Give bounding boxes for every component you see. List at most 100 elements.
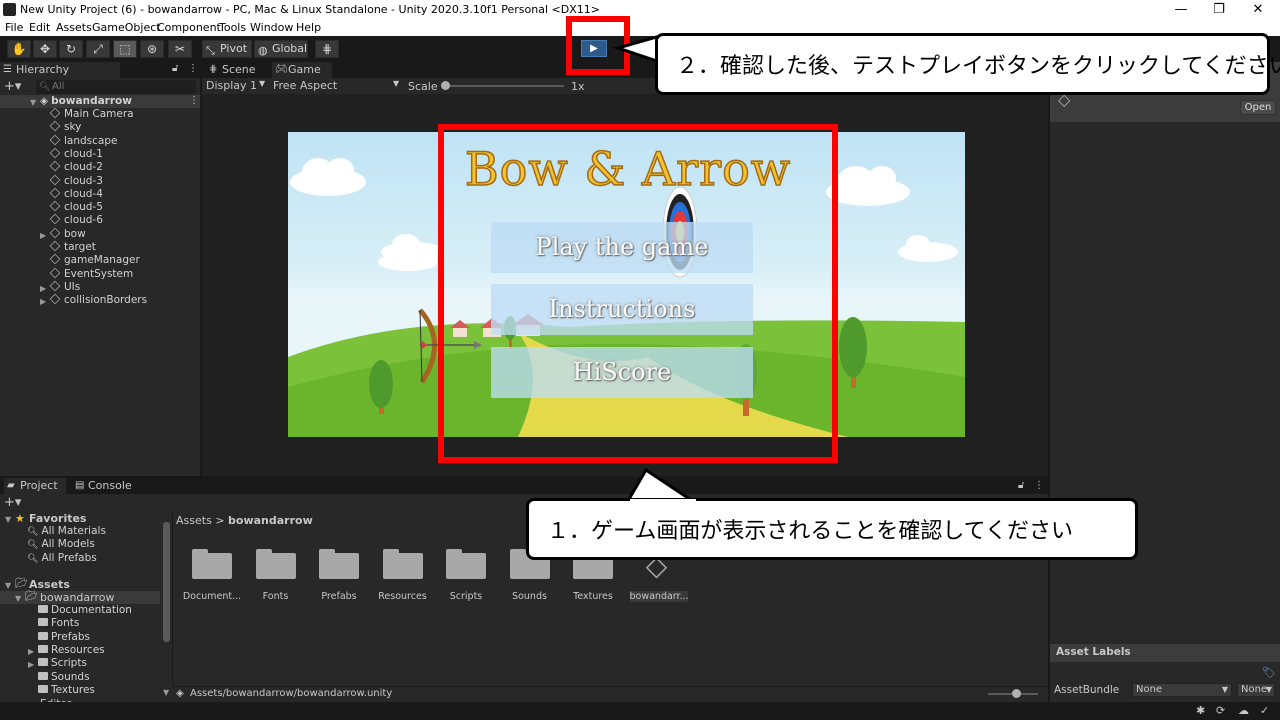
expand-arrow-icon[interactable]: ▶ <box>28 660 34 669</box>
hierarchy-item[interactable]: cloud-4 <box>49 187 103 201</box>
favorite-item[interactable]: 🔍︎ All Materials <box>27 525 106 538</box>
tab-hierarchy[interactable]: ☰ Hierarchy <box>0 62 120 78</box>
menu-edit[interactable]: Edit <box>29 21 50 34</box>
transform-tool-icon[interactable]: ⊛ <box>140 40 164 58</box>
cloud-icon[interactable]: ☁ <box>1238 704 1249 717</box>
favorite-item[interactable]: 🔍︎ All Models <box>27 538 95 551</box>
highlight-play-button <box>566 16 630 75</box>
tree-folder[interactable]: Resources <box>38 644 105 657</box>
sync-icon[interactable]: ⟳ <box>1216 704 1225 717</box>
tree-folder[interactable]: Prefabs <box>38 631 90 644</box>
global-toggle[interactable]: ◍ Global <box>254 40 308 58</box>
asset-bundle-dropdown[interactable]: None ▼ <box>1132 683 1232 697</box>
gameobject-cube-icon <box>49 214 61 225</box>
unity-logo-icon <box>3 3 16 16</box>
display-dropdown[interactable]: Display 1 <box>206 79 257 92</box>
gameobject-cube-icon <box>49 293 61 305</box>
asset-variant-dropdown[interactable]: None ▼ <box>1237 683 1275 697</box>
expand-arrow-icon[interactable]: ▶ <box>28 647 34 656</box>
minimize-button[interactable]: — <box>1163 0 1199 20</box>
folder-icon <box>38 671 48 680</box>
add-icon[interactable]: +▾ <box>4 79 21 94</box>
menu-gameobject[interactable]: GameObject <box>92 21 161 34</box>
custom-tool-icon[interactable]: ✂ <box>168 40 192 58</box>
assets-label[interactable]: Assets <box>29 578 70 591</box>
favorite-item[interactable]: 🔍︎ All Prefabs <box>27 552 97 565</box>
tab-console[interactable]: ▤ Console <box>72 478 142 494</box>
breadcrumb-assets[interactable]: Assets <box>176 514 212 527</box>
tree-folder[interactable]: Sounds <box>38 671 90 684</box>
hierarchy-item[interactable]: bow <box>49 227 86 241</box>
tree-folder[interactable]: Scripts <box>38 657 87 670</box>
label-tag-icon[interactable]: 🏷︎ <box>1262 666 1276 679</box>
hierarchy-item[interactable]: Main Camera <box>49 107 134 121</box>
tree-scrollbar[interactable] <box>163 522 170 642</box>
expand-arrow-icon[interactable]: ▶ <box>40 297 46 306</box>
folder-icon <box>446 547 486 579</box>
rotate-tool-icon[interactable]: ↻ <box>59 40 83 58</box>
hierarchy-item[interactable]: landscape <box>49 134 117 148</box>
maximize-button[interactable]: ❐ <box>1201 0 1237 20</box>
hierarchy-item[interactable]: UIs <box>49 280 80 294</box>
asset-path: Assets/bowandarrow/bowandarrow.unity <box>190 688 393 699</box>
grid-snap-icon[interactable]: ⋕ <box>315 40 339 58</box>
pivot-toggle[interactable]: ⤡ Pivot <box>202 40 252 58</box>
favorites-label[interactable]: Favorites <box>29 512 86 525</box>
tab-project[interactable]: ▰ Project <box>4 478 66 494</box>
rect-tool-icon[interactable]: ⬚ <box>113 40 137 58</box>
expand-arrow-icon[interactable]: ▶ <box>40 231 46 240</box>
menu-tools[interactable]: Tools <box>219 21 246 34</box>
scale-tool-icon[interactable]: ⤢ <box>86 40 110 58</box>
hierarchy-item[interactable]: target <box>49 240 96 254</box>
lock-icon[interactable]: 🔓︎ <box>1018 480 1024 491</box>
tab-game[interactable]: 🎮︎ Game <box>272 62 332 78</box>
scene-root[interactable]: ◈ bowandarrow <box>40 95 132 108</box>
kebab-menu-icon[interactable]: ⋮ <box>188 63 198 74</box>
expand-arrow-icon[interactable]: ▶ <box>40 284 46 293</box>
scale-label: Scale <box>408 80 438 93</box>
scale-slider-handle[interactable] <box>441 81 450 90</box>
menu-window[interactable]: Window <box>250 21 293 34</box>
scale-slider[interactable] <box>442 85 564 87</box>
status-bar: ✱ ⟳ ☁ ✓ <box>0 702 1280 720</box>
add-asset-icon[interactable]: +▾ <box>4 495 21 510</box>
aspect-dropdown[interactable]: Free Aspect <box>273 79 337 92</box>
menu-component[interactable]: Component <box>157 21 221 34</box>
tree-folder[interactable]: Documentation <box>38 604 132 617</box>
hierarchy-item[interactable]: cloud-6 <box>49 214 103 227</box>
hierarchy-item[interactable]: cloud-5 <box>49 200 103 214</box>
hierarchy-item[interactable]: EventSystem <box>49 267 133 281</box>
menu-assets[interactable]: Assets <box>56 21 92 34</box>
open-button[interactable]: Open <box>1240 100 1276 115</box>
lock-icon[interactable]: 🔓︎ <box>172 63 178 74</box>
hierarchy-item[interactable]: gameManager <box>49 253 140 267</box>
expand-arrow-icon[interactable]: ▼ <box>30 98 36 107</box>
bug-icon[interactable]: ✱ <box>1196 704 1205 717</box>
gameobject-cube-icon <box>49 107 61 119</box>
tree-bowandarrow[interactable]: bowandarrow <box>40 591 114 604</box>
search-icon: 🔍︎ <box>27 527 39 537</box>
unity-scene-icon: ◈ <box>40 95 49 107</box>
tab-scene[interactable]: ⋕ Scene <box>206 62 262 78</box>
hierarchy-item[interactable]: cloud-1 <box>49 147 103 161</box>
check-icon[interactable]: ✓ <box>1260 704 1269 717</box>
hand-tool-icon[interactable]: ✋ <box>7 40 31 58</box>
hierarchy-item[interactable]: cloud-3 <box>49 174 103 188</box>
cloud-5 <box>378 253 438 271</box>
hierarchy-search-input[interactable]: 🔍︎ All <box>36 80 196 94</box>
scroll-down-icon[interactable]: ▼ <box>163 688 169 697</box>
close-button[interactable]: ✕ <box>1240 0 1276 20</box>
scene-menu-icon[interactable]: ⋮ <box>189 95 199 106</box>
menu-file[interactable]: File <box>5 21 23 34</box>
breadcrumb-current[interactable]: bowandarrow <box>228 514 313 527</box>
zoom-slider-handle[interactable] <box>1012 689 1021 698</box>
tree-folder[interactable]: Textures <box>38 684 95 697</box>
hierarchy-item[interactable]: cloud-2 <box>49 160 103 174</box>
tree-folder[interactable]: Fonts <box>38 617 79 630</box>
hierarchy-item[interactable]: collisionBorders <box>49 293 147 307</box>
menu-help[interactable]: Help <box>296 21 321 34</box>
kebab-menu-icon[interactable]: ⋮ <box>1034 480 1044 491</box>
hierarchy-item[interactable]: sky <box>49 120 81 134</box>
move-tool-icon[interactable]: ✥ <box>33 40 57 58</box>
gameobject-cube-icon <box>49 227 61 238</box>
